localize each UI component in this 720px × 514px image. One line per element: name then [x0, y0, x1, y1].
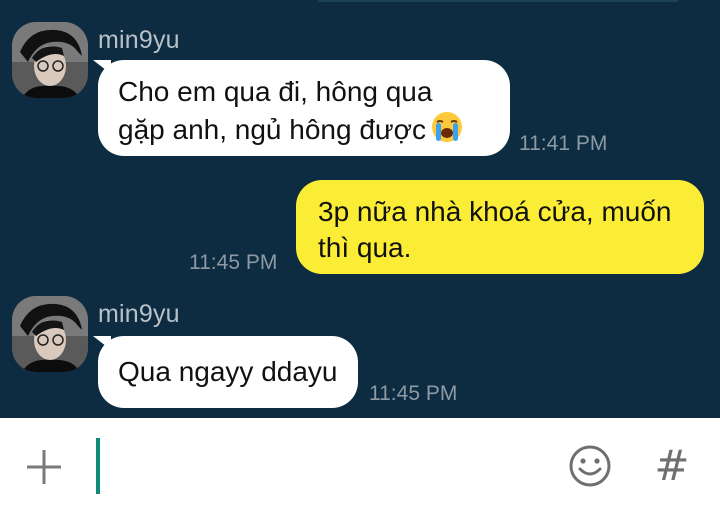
message-line: Cho em qua đi, hông qua	[118, 76, 433, 107]
message-line: gặp anh, ngủ hông được	[118, 113, 427, 145]
sender-name: min9yu	[98, 300, 180, 328]
message-line: Qua ngayy ddayu	[118, 356, 338, 387]
chat-area: min9yu Cho em qua đi, hông qua gặp anh, …	[0, 0, 720, 418]
avatar-photo	[12, 22, 88, 98]
hash-icon[interactable]: #	[652, 440, 692, 492]
avatar-photo	[12, 296, 88, 372]
message-line: 3p nữa nhà khoá cửa, muốn	[318, 196, 672, 227]
message-timestamp: 11:41 PM	[519, 132, 608, 155]
divider	[318, 0, 678, 2]
smiley-icon[interactable]	[568, 444, 612, 488]
message-bubble-outgoing[interactable]: 3p nữa nhà khoá cửa, muốn thì qua.	[296, 180, 704, 274]
message-bubble-incoming[interactable]: Qua ngayy ddayu	[98, 336, 358, 408]
plus-icon[interactable]	[25, 448, 63, 486]
message-timestamp: 11:45 PM	[369, 382, 458, 405]
message-timestamp: 11:45 PM	[189, 251, 278, 274]
message-input[interactable]	[104, 438, 548, 496]
message-line: thì qua.	[318, 232, 412, 263]
avatar[interactable]	[12, 296, 88, 372]
text-cursor	[96, 438, 100, 494]
avatar[interactable]	[12, 22, 88, 98]
message-bubble-incoming[interactable]: Cho em qua đi, hông qua gặp anh, ngủ hôn…	[98, 60, 510, 156]
sender-name: min9yu	[98, 26, 180, 54]
loudly-crying-face-icon	[430, 110, 464, 153]
